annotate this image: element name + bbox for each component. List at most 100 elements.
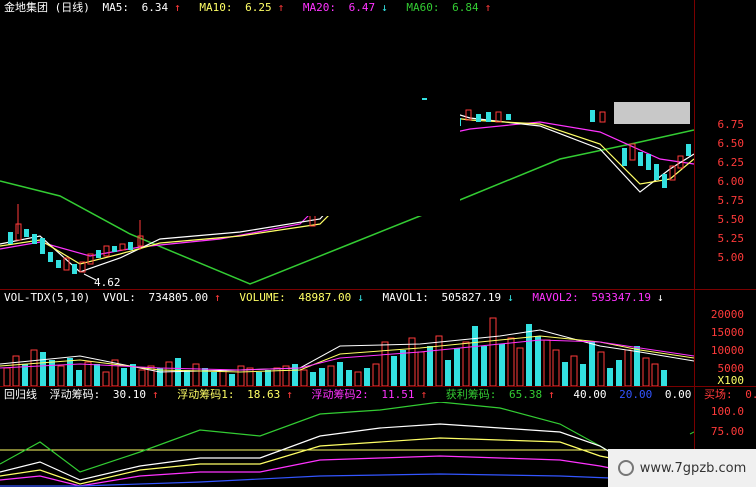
mavol1-readout: MAVOL1: 505827.19 ↓ [382,291,514,304]
volume-bars [3,317,667,386]
volume-bar [562,362,568,386]
volume-bar [40,352,46,386]
ma20-readout: MA20: 6.47 ↓ [302,1,388,14]
volume-bar [265,370,271,386]
f4-readout: 获利筹码: 65.38 ↑ [445,388,555,401]
indicator-white [0,423,611,481]
price-chart[interactable]: 4.62 [0,14,694,288]
mavol2-readout: MAVOL2: 593347.19 ↓ [532,291,664,304]
candles-left [8,204,144,274]
axis-label-600: 6.00 [717,175,745,188]
volume-bar [300,369,308,386]
volume-bar [211,372,217,386]
price-axis: 6.75 6.50 6.25 6.00 5.75 5.50 5.25 5.00 [700,0,756,289]
volume-bar [67,358,73,386]
volume-chart[interactable] [0,306,694,386]
volume-bar [624,349,632,386]
vol-axis-10000: 10000 [710,344,744,357]
volume-bar [76,370,82,386]
volume-bar [292,364,298,386]
watermark-text: www.7gpzb.com [639,460,747,476]
volume-bar [354,371,362,386]
occluding-block [142,100,460,216]
volume-panel-header: VOL-TDX(5,10) VVOL: 734805.00 ↑ VOLUME: 4… [4,290,676,306]
volume-bar [445,360,451,386]
volume-bar [417,351,425,386]
axis-label-525: 5.25 [717,232,745,245]
ma10-readout: MA10: 6.25 ↑ [199,1,285,14]
vol-axis-20000: 20000 [710,308,744,321]
indicator-axis: 100.0 75.00 [700,387,756,447]
volume-bar [138,369,146,386]
indicator-chart[interactable] [0,402,694,487]
axis-label-675: 6.75 [717,118,745,131]
volume-indicator-divider [0,386,756,387]
f6-readout: 20.00 [619,388,653,401]
f5-readout: 40.00 [573,388,607,401]
volume-bar [102,371,110,386]
watermark-icon [617,460,634,476]
indicator-tail [689,431,694,435]
axis-label-575: 5.75 [717,194,745,207]
volume-bar [391,356,397,386]
volume-bar [121,368,127,386]
volume-bar [381,341,389,386]
volume-bar [319,368,325,386]
indicator-title: 回归线 [4,388,37,401]
ma60-readout: MA60: 6.84 ↑ [406,1,492,14]
volume-bar [642,357,650,386]
axis-label-650: 6.50 [717,137,745,150]
volume-bar [661,370,667,386]
volume-bar [472,326,478,386]
axis-label-550: 5.50 [717,213,745,226]
vvol-readout: VVOL: 734805.00 ↑ [102,291,221,304]
volume-bar [435,335,443,386]
f1-readout: 浮动筹码: 30.10 ↑ [49,388,159,401]
volume-bar [246,367,254,386]
volume-bar [651,363,659,386]
volume-bar [489,317,497,386]
volume-bar [507,337,515,386]
volume-bar [427,346,433,386]
occluding-block-2 [518,100,614,110]
volume-axis: 20000 15000 10000 5000 X100 [700,290,756,387]
volume-bar [327,365,335,386]
volume-bar [364,368,370,386]
f3-readout: 浮动筹码2: 11.51 ↑ [311,388,428,401]
indicator-panel-header: 回归线 浮动筹码: 30.10 ↑ 浮动筹码1: 18.63 ↑ 浮动筹码2: 11… [4,387,756,403]
indicator-green [0,402,611,473]
volume-bar [256,372,262,386]
volume-bar [346,370,352,386]
volume-bar [454,348,460,386]
stock-title: 金地集团 (日线) [4,1,90,14]
volume-bar [84,361,92,386]
ind-axis-75: 75.00 [710,425,744,438]
main-volume-divider [0,289,756,290]
vol-axis-unit: X100 [717,374,745,387]
volume-readout: VOLUME: 48987.00 ↓ [239,291,364,304]
volume-bar [219,369,227,386]
volume-bar [552,349,560,386]
volume-bar [597,351,605,386]
ma5-readout: MA5: 6.34 ↑ [102,1,181,14]
vol-axis-15000: 15000 [710,326,744,339]
volume-bar [372,363,380,386]
volume-bar [337,362,343,386]
f7-readout: 0.00 [664,388,692,401]
volume-bar [400,350,406,386]
volume-bar [499,344,505,386]
volume-bar [12,355,20,386]
volume-bar [184,370,190,386]
volume-bar [543,339,551,386]
ind-axis-100: 100.0 [710,405,744,418]
volume-bar [535,336,541,386]
volume-bar [3,367,11,386]
axis-label-500: 5.00 [717,251,745,264]
volume-bar [165,361,173,386]
volume-bar [481,346,487,386]
right-axis-divider [694,0,695,487]
volume-bar [570,355,578,386]
volume-bar [57,365,65,386]
volume-bar [237,365,245,386]
f2-readout: 浮动筹码1: 18.63 ↑ [177,388,293,401]
